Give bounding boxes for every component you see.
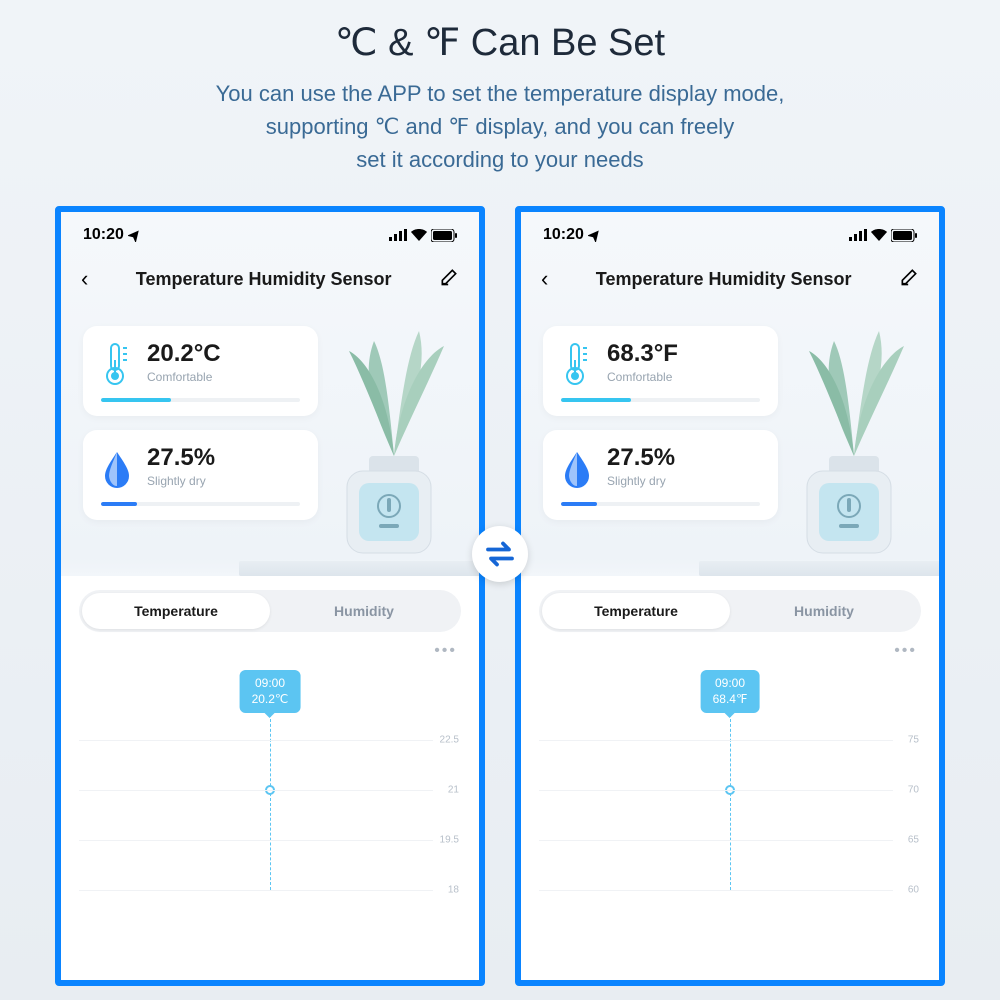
status-time: 10:20: [543, 226, 584, 244]
temperature-status: Comfortable: [147, 370, 300, 384]
edit-button[interactable]: [899, 267, 919, 292]
chart-gridline: [539, 840, 893, 841]
chart-tooltip: 09:00 20.2℃: [240, 670, 301, 713]
chart-tooltip: 09:00 68.4℉: [701, 670, 760, 713]
chart-y-tick: 19.5: [440, 835, 459, 846]
chart-tabs: Temperature Humidity: [539, 590, 921, 632]
chart-tabs: Temperature Humidity: [79, 590, 461, 632]
location-icon: [128, 228, 142, 242]
tooltip-value: 68.4℉: [713, 692, 748, 708]
droplet-icon: [101, 444, 133, 492]
signal-icon: [849, 229, 867, 241]
chart-y-tick: 60: [908, 885, 919, 896]
chart-y-tick: 18: [448, 885, 459, 896]
chart-gridline: [79, 840, 433, 841]
chart-gridline: [79, 890, 433, 891]
humidity-value: 27.5%: [147, 444, 300, 472]
location-icon: [588, 228, 602, 242]
screen-title: Temperature Humidity Sensor: [88, 269, 439, 290]
tab-humidity[interactable]: Humidity: [270, 593, 458, 629]
status-time: 10:20: [83, 226, 124, 244]
shelf-illustration: [699, 561, 939, 576]
chart-gridline: [79, 740, 433, 741]
chart-gridline: [539, 740, 893, 741]
status-bar: 10:20: [521, 212, 939, 252]
temperature-status: Comfortable: [607, 370, 760, 384]
device-illustration: [799, 466, 899, 561]
temperature-bar: [101, 398, 171, 402]
droplet-icon: [561, 444, 593, 492]
tab-temperature[interactable]: Temperature: [82, 593, 270, 629]
more-menu[interactable]: •••: [79, 632, 461, 666]
temperature-bar: [561, 398, 631, 402]
temperature-card[interactable]: 20.2°C Comfortable: [83, 326, 318, 416]
thermometer-icon: [101, 340, 133, 388]
more-menu[interactable]: •••: [539, 632, 921, 666]
edit-button[interactable]: [439, 267, 459, 292]
signal-icon: [389, 229, 407, 241]
subtitle-line: set it according to your needs: [356, 147, 643, 172]
humidity-card[interactable]: 27.5% Slightly dry: [543, 430, 778, 520]
wifi-icon: [411, 229, 427, 241]
battery-icon: [891, 229, 917, 242]
temperature-value: 20.2°C: [147, 340, 300, 368]
humidity-bar: [101, 502, 137, 506]
chart-gridline: [539, 790, 893, 791]
temperature-chart[interactable]: 09:00 68.4℉ 75 70 65 60: [539, 670, 921, 890]
status-indicators: [389, 229, 457, 242]
temperature-card[interactable]: 68.3°F Comfortable: [543, 326, 778, 416]
device-illustration: [339, 466, 439, 561]
chart-y-tick: 22.5: [440, 735, 459, 746]
subtitle-line: You can use the APP to set the temperatu…: [216, 81, 785, 106]
screen-title: Temperature Humidity Sensor: [548, 269, 899, 290]
tooltip-time: 09:00: [252, 676, 289, 692]
status-indicators: [849, 229, 917, 242]
thermometer-icon: [561, 340, 593, 388]
humidity-status: Slightly dry: [607, 474, 760, 488]
temperature-value: 68.3°F: [607, 340, 760, 368]
humidity-bar: [561, 502, 597, 506]
chart-gridline: [539, 890, 893, 891]
tab-temperature[interactable]: Temperature: [542, 593, 730, 629]
page-title: ℃ & ℉ Can Be Set: [60, 20, 940, 65]
chart-y-tick: 70: [908, 785, 919, 796]
status-bar: 10:20: [61, 212, 479, 252]
chart-y-tick: 75: [908, 735, 919, 746]
temperature-chart[interactable]: 09:00 20.2℃ 22.5 21 19.5 18: [79, 670, 461, 890]
tab-humidity[interactable]: Humidity: [730, 593, 918, 629]
chart-y-tick: 65: [908, 835, 919, 846]
humidity-value: 27.5%: [607, 444, 760, 472]
phone-screenshot-fahrenheit: 10:20 ‹ Temperature Humidity Sensor: [515, 206, 945, 986]
subtitle-line: supporting ℃ and ℉ display, and you can …: [266, 114, 734, 139]
back-button[interactable]: ‹: [541, 266, 548, 292]
wifi-icon: [871, 229, 887, 241]
tooltip-value: 20.2℃: [252, 692, 289, 708]
shelf-illustration: [239, 561, 479, 576]
humidity-status: Slightly dry: [147, 474, 300, 488]
back-button[interactable]: ‹: [81, 266, 88, 292]
phone-screenshot-celsius: 10:20 ‹ Temperature Humidity Sensor: [55, 206, 485, 986]
humidity-card[interactable]: 27.5% Slightly dry: [83, 430, 318, 520]
swap-icon: [472, 526, 528, 582]
chart-gridline: [79, 790, 433, 791]
tooltip-time: 09:00: [713, 676, 748, 692]
page-subtitle: You can use the APP to set the temperatu…: [60, 77, 940, 176]
battery-icon: [431, 229, 457, 242]
chart-y-tick: 21: [448, 785, 459, 796]
